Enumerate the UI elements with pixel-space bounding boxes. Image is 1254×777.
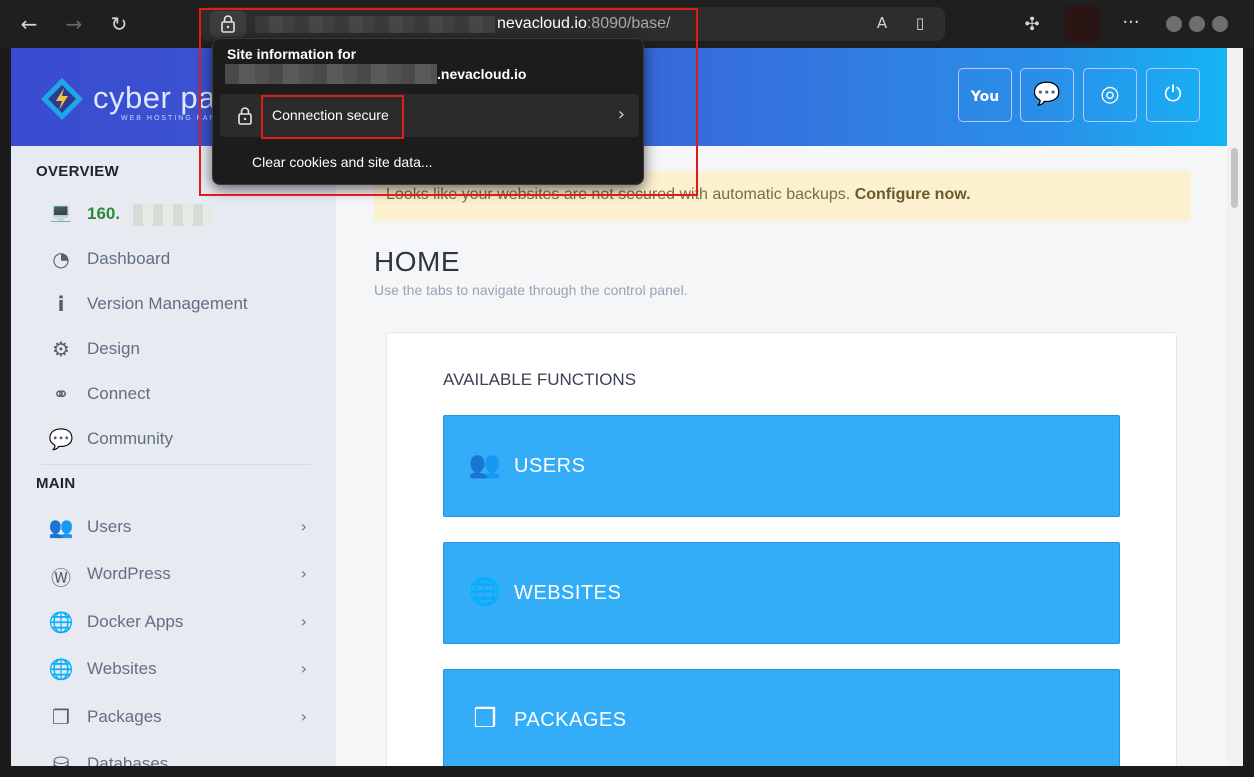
sidebar-item-packages[interactable]: ❒ Packages › <box>47 701 317 733</box>
scroll-thumb[interactable] <box>1231 148 1238 208</box>
ip-redacted <box>133 204 213 226</box>
popup-domain: .nevacloud.io <box>437 66 527 82</box>
site-info-popup: Site information for .nevacloud.io Conne… <box>212 38 644 185</box>
sidebar-item-label: Databases <box>87 754 169 766</box>
users-function-tile[interactable]: 👥 USERS <box>443 415 1120 517</box>
dashboard-icon: ◔ <box>52 247 70 271</box>
info-icon: i <box>57 292 65 316</box>
sidebar-item-label: Dashboard <box>87 249 171 268</box>
reload-icon[interactable]: ↻ <box>105 10 133 38</box>
sidebar-item-label: Community <box>87 429 173 448</box>
sidebar-item-connect[interactable]: ⚭ Connect <box>47 378 317 410</box>
sidebar-item-websites[interactable]: 🌐 Websites › <box>47 653 317 685</box>
clear-cookies-link[interactable]: Clear cookies and site data... <box>252 154 433 170</box>
sidebar-item-design[interactable]: ⚙ Design <box>47 333 317 365</box>
profile-avatar[interactable] <box>1065 6 1100 42</box>
logo-subtitle: WEB HOSTING PAN <box>121 115 217 122</box>
forward-icon[interactable]: → <box>60 10 88 38</box>
sidebar-item-wordpress[interactable]: Ⓦ WordPress › <box>47 558 317 590</box>
chevron-right-icon: › <box>300 612 307 631</box>
sidebar-item-ip[interactable]: 💻 160. <box>47 198 317 230</box>
address-bar[interactable]: nevacloud.io:8090/base/ A ▯ <box>200 7 945 41</box>
packages-function-tile[interactable]: ❒ PACKAGES <box>443 669 1120 766</box>
globe-icon: 🌐 <box>468 577 502 607</box>
sidebar-item-docker-apps[interactable]: 🌐 Docker Apps › <box>47 606 317 638</box>
sidebar-item-label: Design <box>87 339 140 358</box>
users-icon: 👥 <box>48 515 74 539</box>
sidebar: OVERVIEW 💻 160. ◔ Dashboard i Version Ma… <box>11 146 336 766</box>
tile-label: WEBSITES <box>514 582 622 604</box>
url-text: nevacloud.io:8090/base/ <box>497 15 671 32</box>
overview-section-title: OVERVIEW <box>36 163 119 180</box>
wordpress-icon: Ⓦ <box>51 566 71 590</box>
window-control[interactable] <box>1212 16 1228 32</box>
sidebar-item-users[interactable]: 👥 Users › <box>47 511 317 543</box>
lock-icon <box>238 107 252 125</box>
tile-label: USERS <box>514 455 586 477</box>
window-control[interactable] <box>1189 16 1205 32</box>
laptop-icon: 💻 <box>49 202 73 223</box>
page-title: HOME <box>374 246 460 277</box>
globe-icon: 🌐 <box>48 657 74 681</box>
more-icon[interactable]: ··· <box>1118 12 1144 34</box>
gear-icon: ⚙ <box>52 337 70 361</box>
domain-redacted <box>225 64 437 84</box>
link-icon: ⚭ <box>52 382 70 406</box>
globe-icon: 🌐 <box>48 610 74 634</box>
chevron-right-icon: › <box>300 707 307 726</box>
tile-label: PACKAGES <box>514 709 627 731</box>
connection-secure-label: Connection secure <box>272 107 389 123</box>
sidebar-item-label: Websites <box>87 659 157 678</box>
chevron-right-icon: › <box>300 659 307 678</box>
reading-list-icon[interactable]: ▯ <box>909 14 931 34</box>
ip-address: 160. <box>87 204 121 223</box>
logout-button[interactable]: ⏻ <box>1146 68 1200 122</box>
chat-icon: 💬 <box>1033 82 1061 107</box>
popup-title: Site information for <box>227 46 357 62</box>
support-icon: ◎ <box>1100 82 1120 107</box>
sidebar-item-label: Packages <box>87 707 162 726</box>
cyberpanel-logo <box>41 78 83 120</box>
functions-title: AVAILABLE FUNCTIONS <box>443 370 637 389</box>
configure-now-link[interactable]: Configure now. <box>855 186 971 203</box>
chat-button[interactable]: 💬 <box>1020 68 1074 122</box>
connection-secure-row[interactable]: Connection secure › <box>220 94 639 137</box>
users-icon: 👥 <box>468 450 502 480</box>
extensions-icon[interactable]: ✣ <box>1021 14 1043 36</box>
scrollbar[interactable] <box>1227 48 1243 766</box>
sidebar-item-label: Docker Apps <box>87 612 184 631</box>
sidebar-item-label: Connect <box>87 384 151 403</box>
sidebar-divider <box>41 464 311 465</box>
logo-text: cyber pa <box>93 80 216 115</box>
sidebar-item-version-management[interactable]: i Version Management <box>47 288 317 320</box>
sidebar-item-dashboard[interactable]: ◔ Dashboard <box>47 243 317 275</box>
alert-message: Looks like your websites are not secured… <box>386 186 851 203</box>
chevron-right-icon: › <box>300 517 307 536</box>
window-control[interactable] <box>1166 16 1182 32</box>
database-icon: ⛁ <box>52 752 70 766</box>
sidebar-item-label: WordPress <box>87 564 171 583</box>
main-section-title: MAIN <box>36 475 76 492</box>
url-redacted <box>255 16 495 33</box>
lock-icon <box>221 15 235 33</box>
chevron-right-icon: › <box>300 564 307 583</box>
back-icon[interactable]: ← <box>15 10 43 38</box>
site-info-button[interactable] <box>210 11 246 37</box>
sidebar-item-label: Version Management <box>87 294 248 313</box>
youtube-button[interactable]: You <box>958 68 1012 122</box>
sidebar-item-label: Users <box>87 517 132 536</box>
chevron-right-icon: › <box>617 104 625 125</box>
sidebar-item-databases[interactable]: ⛁ Databases <box>47 748 317 766</box>
support-button[interactable]: ◎ <box>1083 68 1137 122</box>
youtube-icon: You <box>970 89 1000 105</box>
sidebar-item-community[interactable]: 💬 Community <box>47 423 317 455</box>
translate-icon[interactable]: A <box>871 14 893 34</box>
cubes-icon: ❒ <box>473 704 497 734</box>
comments-icon: 💬 <box>48 427 74 451</box>
page-subtitle: Use the tabs to navigate through the con… <box>374 282 688 298</box>
cubes-icon: ❒ <box>52 705 70 729</box>
power-icon: ⏻ <box>1164 82 1182 107</box>
websites-function-tile[interactable]: 🌐 WEBSITES <box>443 542 1120 644</box>
